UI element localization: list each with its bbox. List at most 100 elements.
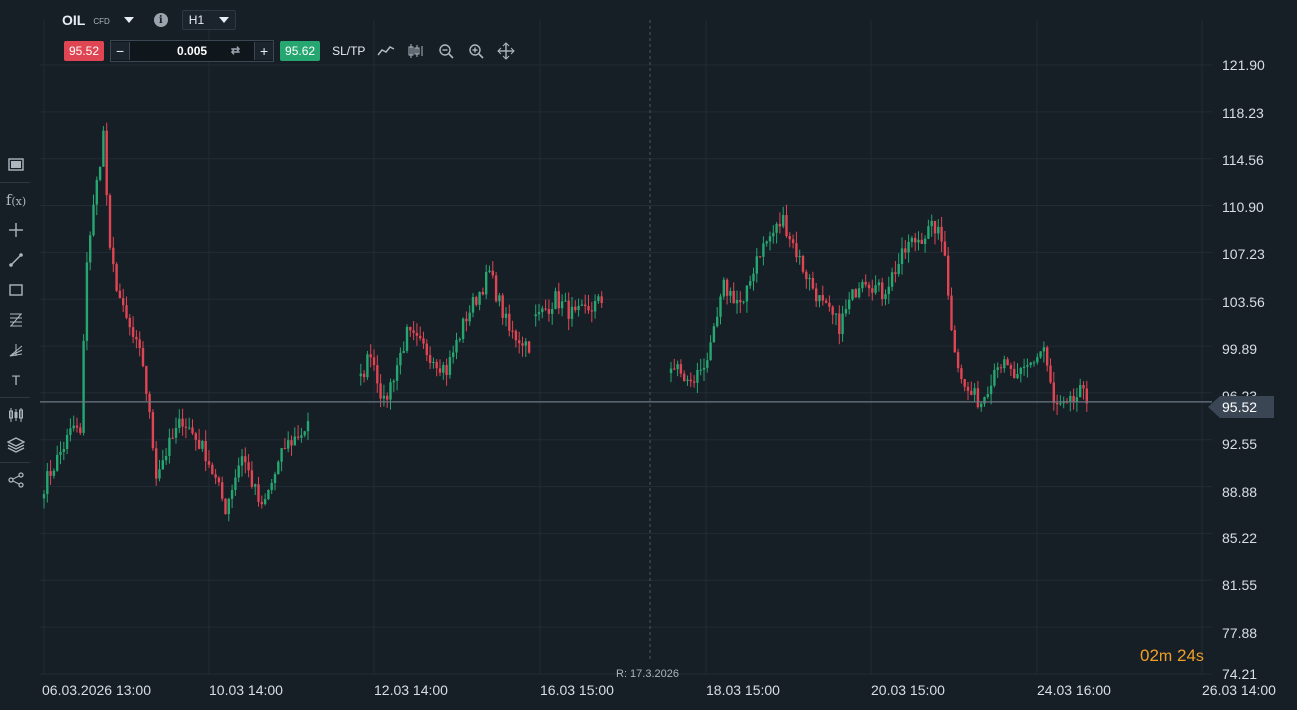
candle-body (930, 220, 933, 227)
candle-body (1029, 362, 1032, 366)
candle-body (102, 130, 105, 167)
pitchfork-icon[interactable] (0, 335, 32, 365)
candle-body (805, 271, 808, 280)
candle-body (758, 256, 762, 258)
candle-body (455, 340, 458, 353)
decrease-button[interactable]: − (111, 41, 130, 60)
candle-body (669, 368, 673, 374)
candle-body (798, 255, 801, 258)
candle-body (673, 368, 676, 370)
candle-body (564, 300, 567, 302)
candle-body (1079, 385, 1082, 398)
candle-body (72, 425, 75, 429)
text-icon[interactable]: T (0, 365, 32, 395)
layers-icon[interactable] (0, 430, 32, 460)
chevron-down-icon[interactable] (123, 17, 134, 23)
candle-body (504, 313, 508, 318)
info-icon[interactable]: i (153, 13, 168, 27)
function-icon[interactable]: f(x) (0, 185, 32, 215)
candle-body (376, 365, 379, 384)
candle-body (989, 385, 993, 395)
price-chart[interactable] (0, 0, 1297, 710)
swap-icon[interactable]: ⇄ (231, 42, 240, 60)
candle-body (69, 428, 72, 435)
zoom-out-icon[interactable] (437, 42, 455, 60)
candle-body (468, 312, 471, 322)
candle-body (884, 294, 887, 300)
candle-body (725, 279, 729, 296)
candle-body (986, 394, 989, 398)
candle-body (366, 354, 369, 378)
candle-body (874, 285, 877, 293)
candle-body (772, 232, 775, 237)
trendline-icon[interactable] (0, 245, 32, 275)
candles-icon[interactable] (407, 42, 425, 60)
candle-body (49, 471, 52, 476)
candle-body (950, 295, 953, 331)
candle-body (148, 393, 151, 413)
candle-body (283, 448, 287, 450)
candle-body (359, 373, 362, 377)
sell-button[interactable]: 95.52 (64, 40, 105, 61)
candle-body (851, 289, 854, 300)
candle-body (524, 341, 527, 346)
candle-body (983, 397, 986, 404)
candle-body (864, 281, 867, 285)
candle-body (267, 490, 270, 500)
candle-body (389, 382, 392, 400)
candle-body (122, 298, 125, 306)
line-chart-icon[interactable] (377, 42, 395, 60)
candle-body (966, 386, 970, 391)
quantity-stepper: − 0.005 ⇄ + (110, 39, 275, 62)
y-tick-label: 107.23 (1222, 246, 1265, 262)
candle-body (458, 339, 461, 341)
candle-body (702, 367, 706, 370)
candle-body (145, 366, 148, 394)
candle-body (151, 412, 155, 449)
candle-body (1055, 403, 1059, 405)
candle-body (973, 388, 976, 395)
sltp-button[interactable]: SL/TP (332, 44, 365, 58)
candle-body (775, 223, 778, 233)
indicators-icon[interactable] (0, 400, 32, 430)
candle-body (518, 340, 521, 344)
candle-body (900, 248, 904, 265)
candle-body (59, 451, 62, 455)
candle-body (1049, 365, 1052, 383)
y-tick-label: 99.89 (1222, 341, 1258, 357)
y-tick-label: 103.56 (1222, 294, 1265, 310)
candle-body (425, 343, 428, 356)
zoom-in-icon[interactable] (467, 42, 485, 60)
increase-button[interactable]: + (255, 41, 274, 60)
candle-body (762, 243, 765, 257)
candle-body (1052, 382, 1055, 404)
symbol-name[interactable]: OIL (62, 12, 85, 28)
quantity-input[interactable]: 0.005 ⇄ (129, 41, 256, 60)
candle-body (1026, 365, 1029, 367)
fibonacci-icon[interactable] (0, 305, 32, 335)
candle-body (481, 291, 485, 295)
candle-body (79, 427, 82, 433)
buy-button[interactable]: 95.62 (280, 40, 321, 61)
countdown-minutes: 02 (1140, 646, 1159, 665)
candle-body (290, 440, 293, 446)
candle-body (491, 270, 494, 276)
candle-body (534, 314, 537, 317)
candle-body (970, 390, 973, 395)
share-icon[interactable] (0, 465, 32, 495)
candle-body (788, 236, 791, 240)
rectangle-icon[interactable] (0, 275, 32, 305)
crosshair-icon[interactable] (0, 215, 32, 245)
y-tick-label: 92.55 (1222, 436, 1258, 452)
countdown-min-unit: m (1158, 648, 1173, 665)
y-tick-label: 88.88 (1222, 484, 1258, 500)
window-icon[interactable] (0, 150, 32, 180)
candle-body (369, 354, 372, 358)
candle-body (890, 272, 894, 287)
candle-body (514, 330, 518, 341)
candle-body (158, 469, 161, 479)
candle-body (448, 356, 452, 376)
candle-body (1003, 359, 1006, 369)
move-icon[interactable] (497, 41, 516, 60)
timeframe-select[interactable]: H1 (181, 10, 236, 30)
